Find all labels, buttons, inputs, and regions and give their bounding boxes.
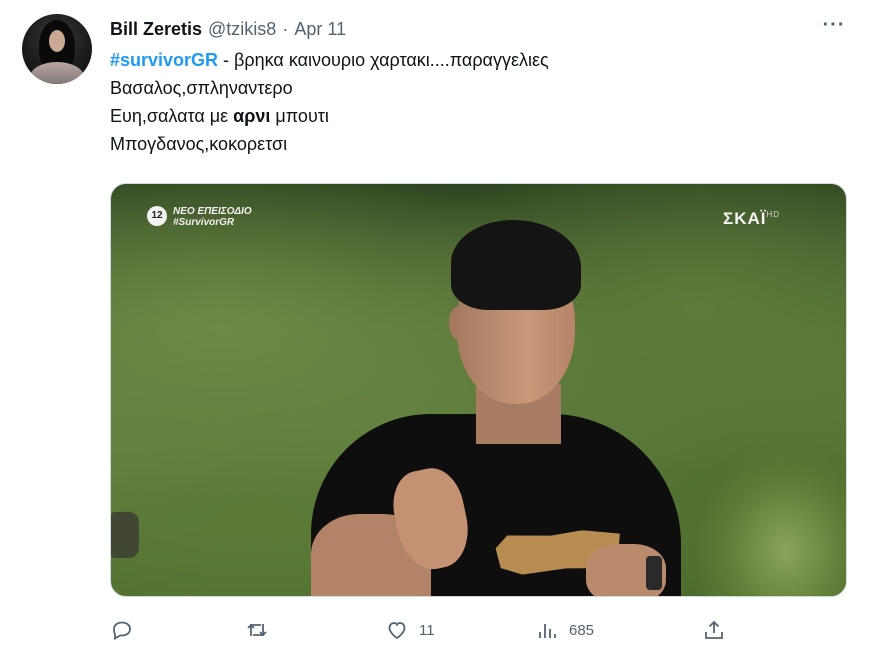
views-button[interactable]: 685 (535, 612, 594, 648)
person-hair (451, 220, 581, 310)
media-person (301, 214, 701, 596)
author-name[interactable]: Bill Zeretis (110, 19, 202, 40)
tweet-text: #survivorGR - βρηκα καινουριο χαρτακι...… (110, 46, 850, 158)
tweet-line-4: Μπογδανος,κοκορετσι (110, 134, 288, 154)
tweet-line-1-text: - βρηκα καινουριο χαρτακι....παραγγελιες (218, 50, 549, 70)
tweet-line-2: Βασαλος,σπληναντερο (110, 78, 293, 98)
share-button[interactable] (702, 612, 726, 648)
tweet-header: Bill Zeretis @tzikis8 · Apr 11 (110, 16, 346, 42)
tweet-actions: 11 685 (110, 612, 850, 648)
retweet-button[interactable] (245, 612, 269, 648)
episode-overlay-line-2: #SurvivorGR (173, 217, 235, 228)
avatar-face (49, 30, 65, 52)
episode-overlay-line-1: ΝΕΟ ΕΠΕΙΣΟΔΙΟ (173, 206, 252, 217)
tweet-date[interactable]: Apr 11 (294, 19, 346, 40)
retweet-icon (247, 623, 267, 637)
tweet-line-3-start: Ευη,σαλατα με (110, 106, 234, 126)
reply-button[interactable] (110, 612, 134, 648)
tweet-line-3-bold: αρνι (233, 106, 271, 126)
avatar[interactable] (22, 14, 92, 84)
hashtag-link[interactable]: #survivorGR (110, 50, 218, 70)
tweet-line-1: #survivorGR - βρηκα καινουριο χαρτακι...… (110, 46, 850, 74)
views-count: 685 (569, 621, 595, 639)
separator-dot: · (282, 18, 289, 39)
tweet-media-image[interactable]: 12 ΝΕΟ ΕΠΕΙΣΟΔΙΟ #SurvivorGR ΣΚΑΪHD (110, 183, 847, 597)
avatar-shoulders (30, 62, 84, 84)
media-post (111, 512, 139, 558)
heart-icon (388, 622, 406, 640)
media-foliage (696, 446, 846, 596)
tweet-line-3-end: μπουτι (270, 106, 329, 126)
channel-logo-hd: HD (766, 210, 781, 220)
like-button[interactable]: 11 (385, 612, 435, 648)
tweet-line-3: Ευη,σαλατα με αρνι μπουτι (110, 102, 850, 130)
age-rating-badge: 12 (147, 206, 167, 226)
episode-overlay: ΝΕΟ ΕΠΕΙΣΟΔΙΟ #SurvivorGR (173, 206, 252, 228)
author-handle[interactable]: @tzikis8 (208, 19, 276, 40)
channel-logo-text: ΣΚΑΪ (723, 209, 767, 228)
like-count: 11 (419, 621, 435, 639)
channel-logo: ΣΚΑΪHD (723, 209, 780, 229)
share-icon (705, 620, 723, 639)
tweet: Bill Zeretis @tzikis8 · Apr 11 ··· #surv… (0, 0, 880, 656)
reply-icon (113, 621, 131, 641)
more-options-icon[interactable]: ··· (820, 15, 848, 42)
views-icon (539, 624, 556, 638)
person-watch (646, 556, 662, 590)
